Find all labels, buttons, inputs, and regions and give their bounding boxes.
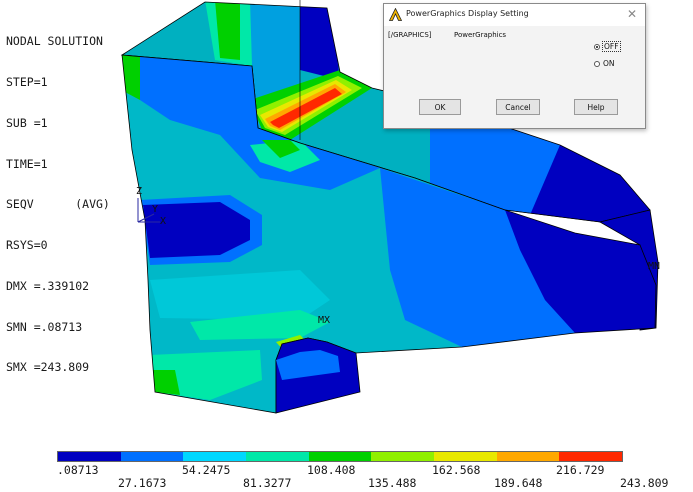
axis-y-label: Y: [152, 204, 159, 215]
legend-lower-label: 189.648: [494, 476, 543, 490]
solution-info-panel: NODAL SOLUTION STEP=1 SUB =1 TIME=1 SEQV…: [6, 8, 110, 402]
legend-upper-label: 162.568: [432, 463, 481, 477]
legend-upper-label: 108.408: [307, 463, 356, 477]
help-button[interactable]: Help: [574, 99, 618, 115]
graphics-viewport[interactable]: NODAL SOLUTION STEP=1 SUB =1 TIME=1 SEQV…: [0, 0, 693, 492]
legend-swatch: [371, 452, 435, 461]
max-marker-label: MX: [318, 315, 331, 326]
radio-unselected-icon: [594, 60, 600, 67]
info-line: TIME=1: [6, 156, 48, 171]
info-line: NODAL SOLUTION: [6, 34, 103, 49]
legend-upper-label: .08713: [57, 463, 99, 477]
info-line: RSYS=0: [6, 238, 48, 253]
field-label: PowerGraphics: [454, 31, 507, 39]
radio-off[interactable]: OFF: [594, 41, 621, 52]
info-line: STEP=1: [6, 74, 48, 89]
legend-swatch: [434, 452, 497, 461]
axis-z-label: Z: [136, 186, 143, 197]
legend-swatch: [559, 452, 623, 461]
radio-off-label: OFF: [602, 41, 621, 52]
powergraphics-dialog[interactable]: PowerGraphics Display Setting ✕ [/GRAPHI…: [383, 3, 646, 129]
legend-swatch: [308, 452, 372, 461]
ok-button[interactable]: OK: [419, 99, 461, 115]
info-line: DMX =.339102: [6, 278, 90, 293]
dialog-title: PowerGraphics Display Setting: [406, 9, 529, 18]
legend-lower-label: 81.3277: [243, 476, 292, 490]
legend-swatch: [496, 452, 560, 461]
legend-upper-label: 216.729: [556, 463, 605, 477]
axis-x-label: X: [160, 216, 167, 227]
info-line: SMN =.08713: [6, 319, 83, 334]
info-line: SMX =243.809: [6, 360, 90, 375]
radio-selected-icon: [594, 43, 600, 50]
legend-swatch: [120, 452, 184, 461]
legend-lower-label: 27.1673: [118, 476, 167, 490]
min-marker-label: MN: [648, 261, 661, 272]
cancel-button[interactable]: Cancel: [496, 99, 540, 115]
legend-upper-label: 54.2475: [182, 463, 231, 477]
ansys-logo-icon: [389, 8, 402, 21]
info-line: SEQV (AVG): [6, 197, 110, 212]
dialog-titlebar[interactable]: PowerGraphics Display Setting ✕: [384, 4, 645, 26]
command-label: [/GRAPHICS]: [388, 31, 432, 39]
legend-swatch: [183, 452, 247, 461]
legend-swatch: [246, 452, 309, 461]
info-line: SUB =1: [6, 115, 48, 130]
close-icon[interactable]: ✕: [625, 7, 639, 21]
contour-legend-bar: [57, 451, 623, 462]
radio-on[interactable]: ON: [594, 59, 615, 68]
legend-lower-label: 135.488: [368, 476, 417, 490]
radio-on-label: ON: [603, 59, 615, 68]
legend-swatch: [58, 452, 121, 461]
legend-lower-label: 243.809: [620, 476, 669, 490]
